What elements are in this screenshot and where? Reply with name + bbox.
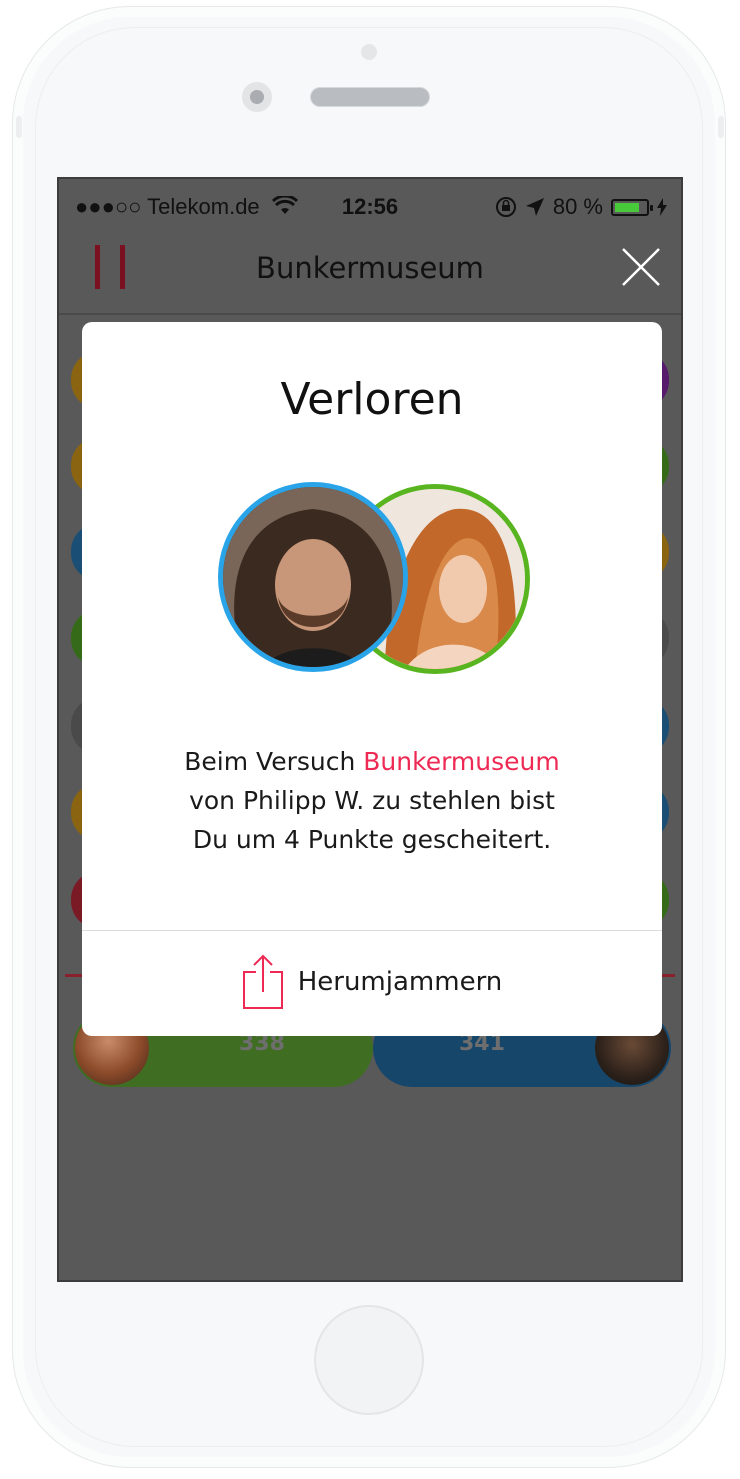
proximity-sensor — [361, 44, 377, 60]
location-arrow-icon — [525, 198, 544, 216]
result-dialog: Verloren Beim Versuch Bunkermuseum von P… — [82, 322, 662, 1036]
close-icon[interactable] — [621, 247, 661, 287]
battery-icon — [611, 198, 653, 216]
charging-bolt-icon — [657, 198, 667, 216]
side-button — [718, 116, 724, 138]
message-line-1: Beim Versuch Bunkermuseum — [122, 742, 622, 781]
home-button[interactable] — [314, 1305, 424, 1415]
message-line-2: von Philipp W. zu stehlen bist — [189, 786, 555, 815]
message-prefix: Beim Versuch — [184, 747, 364, 776]
status-bar: ●●●○○ Telekom.de 12:56 80 % — [59, 179, 681, 235]
share-button-label: Herumjammern — [297, 967, 503, 997]
location-link[interactable]: Bunkermuseum — [363, 747, 559, 776]
dialog-message: Beim Versuch Bunkermuseum von Philipp W.… — [122, 742, 622, 859]
player-photo — [223, 487, 403, 667]
status-right: 80 % — [495, 194, 667, 220]
nav-bar: Bunkermuseum — [59, 235, 681, 315]
orientation-lock-icon — [495, 197, 516, 217]
message-line-3: Du um 4 Punkte gescheitert. — [192, 825, 552, 854]
share-button[interactable]: Herumjammern — [82, 952, 662, 1012]
battery-percent: 80 % — [552, 194, 603, 219]
earpiece-speaker — [310, 87, 430, 107]
share-icon — [242, 954, 283, 1009]
front-camera-icon — [242, 82, 272, 112]
player-avatar — [218, 482, 408, 672]
dialog-title: Verloren — [280, 374, 464, 425]
page-title: Bunkermuseum — [256, 251, 484, 285]
mute-switch — [16, 116, 22, 138]
dialog-divider — [82, 930, 662, 931]
